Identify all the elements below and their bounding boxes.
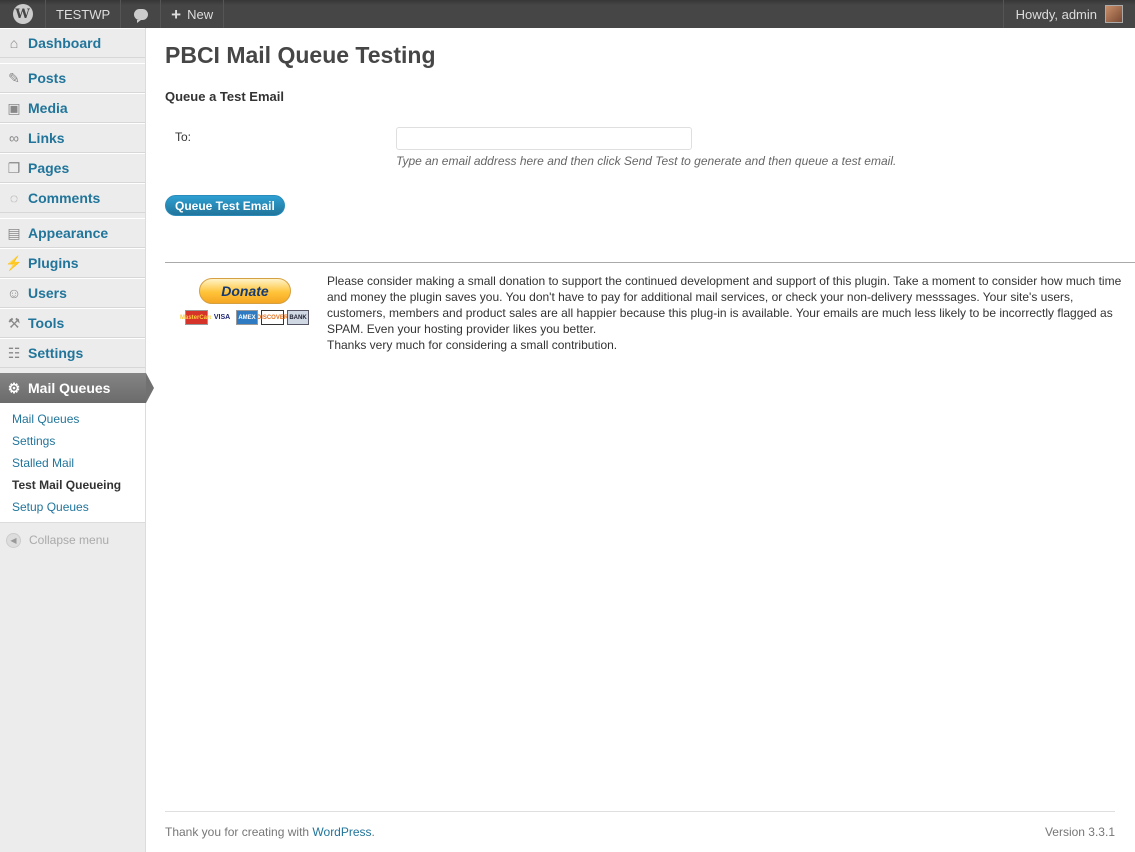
sidebar-item-label: Media [28, 100, 68, 116]
sidebar-item-label: Links [28, 130, 65, 146]
queue-test-email-button[interactable]: Queue Test Email [165, 195, 285, 216]
sidebar-item-label: Dashboard [28, 35, 102, 51]
sidebar-item-label: Users [28, 285, 67, 301]
footer-thanks-suffix: . [371, 825, 375, 839]
sidebar-item-comments[interactable]: ◌ Comments [0, 183, 145, 213]
sidebar-item-plugins[interactable]: ⚡ Plugins [0, 248, 145, 278]
bank-icon: BANK [287, 310, 309, 325]
amex-icon: AMEX [236, 310, 258, 325]
sidebar-item-label: Tools [28, 315, 65, 331]
submenu-item-settings[interactable]: Settings [0, 430, 145, 452]
wordpress-logo-icon: W [12, 4, 33, 24]
sidebar-item-tools[interactable]: ⚒ Tools [0, 308, 145, 338]
sidebar-item-mail-queues[interactable]: ⚙ Mail Queues [0, 373, 154, 403]
sidebar-item-media[interactable]: ▣ Media [0, 93, 145, 123]
sidebar-item-label: Appearance [28, 225, 109, 241]
avatar [1105, 5, 1123, 23]
greeting-text: Howdy, admin [1015, 6, 1097, 22]
submenu-item-stalled-mail[interactable]: Stalled Mail [0, 452, 145, 474]
discover-icon: DISCOVER [257, 310, 288, 325]
new-content-label: New [187, 6, 214, 22]
tools-icon: ⚒ [7, 314, 21, 331]
comments-icon: ◌ [9, 190, 19, 206]
media-icon: ▣ [7, 99, 21, 116]
sidebar-item-pages[interactable]: ❐ Pages [0, 153, 145, 183]
wordpress-logo-menu[interactable]: W [0, 0, 46, 28]
donation-thanks: Thanks very much for considering a small… [327, 338, 618, 352]
footer-thanks-text: Thank you for creating with [165, 825, 313, 839]
divider [165, 262, 1135, 263]
pin-icon: ✎ [8, 69, 20, 86]
submenu-item-setup-queues[interactable]: Setup Queues [0, 496, 145, 518]
plugins-icon: ⚡ [5, 254, 23, 271]
page-title: PBCI Mail Queue Testing [165, 42, 436, 68]
footer-divider [165, 811, 1115, 812]
gear-icon: ⚙ [7, 379, 21, 396]
sidebar-item-users[interactable]: ☺ Users [0, 278, 145, 308]
payment-cards: MasterCard VISA AMEX DISCOVER BANK [180, 310, 309, 325]
footer-thanks: Thank you for creating with WordPress. [165, 825, 375, 839]
users-icon: ☺ [6, 285, 22, 301]
sidebar-item-label: Posts [28, 70, 67, 86]
donation-paragraph: Please consider making a small donation … [327, 274, 1122, 336]
pages-icon: ❐ [7, 159, 21, 176]
to-email-input[interactable] [396, 127, 692, 150]
mastercard-icon: MasterCard [180, 310, 213, 325]
version-text: Version 3.3.1 [1044, 825, 1115, 839]
to-field-description: Type an email address here and then clic… [396, 154, 897, 168]
collapse-menu-label: Collapse menu [29, 533, 110, 547]
section-title: Queue a Test Email [165, 89, 284, 104]
donate-box: Donate MasterCard VISA AMEX DISCOVER BAN… [180, 278, 309, 325]
sidebar-item-label: Comments [28, 190, 101, 206]
comment-bubble-icon [133, 8, 148, 23]
to-label: To: [175, 130, 192, 144]
collapse-menu-button[interactable]: ◀ Collapse menu [0, 523, 145, 557]
donate-button[interactable]: Donate [199, 278, 291, 304]
collapse-arrow-icon: ◀ [6, 532, 21, 548]
sidebar-item-links[interactable]: ∞ Links [0, 123, 145, 153]
sidebar-item-label: Settings [28, 345, 84, 361]
admin-sidebar: ⌂ Dashboard ✎ Posts ▣ Media ∞ Links ❐ Pa… [0, 28, 154, 852]
admin-bar: W TESTWP + New Howdy, admin [0, 0, 1135, 28]
sidebar-item-label: Mail Queues [28, 380, 111, 396]
appearance-icon: ▤ [7, 224, 21, 241]
link-icon: ∞ [9, 130, 19, 146]
submenu-item-test-mail-queueing[interactable]: Test Mail Queueing [0, 474, 145, 496]
visa-icon: VISA [211, 310, 233, 325]
dashboard-icon: ⌂ [9, 35, 19, 51]
main-content: PBCI Mail Queue Testing Queue a Test Ema… [165, 28, 1135, 852]
submenu-item-mail-queues[interactable]: Mail Queues [0, 408, 145, 430]
plus-icon: + [171, 4, 182, 24]
site-name-link[interactable]: TESTWP [46, 0, 122, 28]
my-account-menu[interactable]: Howdy, admin [1002, 0, 1135, 28]
sidebar-item-label: Plugins [28, 255, 79, 271]
sidebar-item-appearance[interactable]: ▤ Appearance [0, 218, 145, 248]
comments-link[interactable] [121, 0, 162, 28]
mail-queues-submenu: Mail Queues Settings Stalled Mail Test M… [0, 403, 145, 523]
wordpress-link[interactable]: WordPress [312, 825, 371, 839]
sidebar-item-posts[interactable]: ✎ Posts [0, 63, 145, 93]
sidebar-item-label: Pages [28, 160, 70, 176]
donation-message: Please consider making a small donation … [327, 273, 1135, 353]
sidebar-item-settings[interactable]: ☷ Settings [0, 338, 145, 368]
new-content-menu[interactable]: + New [161, 0, 225, 28]
settings-icon: ☷ [7, 344, 21, 361]
sidebar-item-dashboard[interactable]: ⌂ Dashboard [0, 28, 145, 58]
